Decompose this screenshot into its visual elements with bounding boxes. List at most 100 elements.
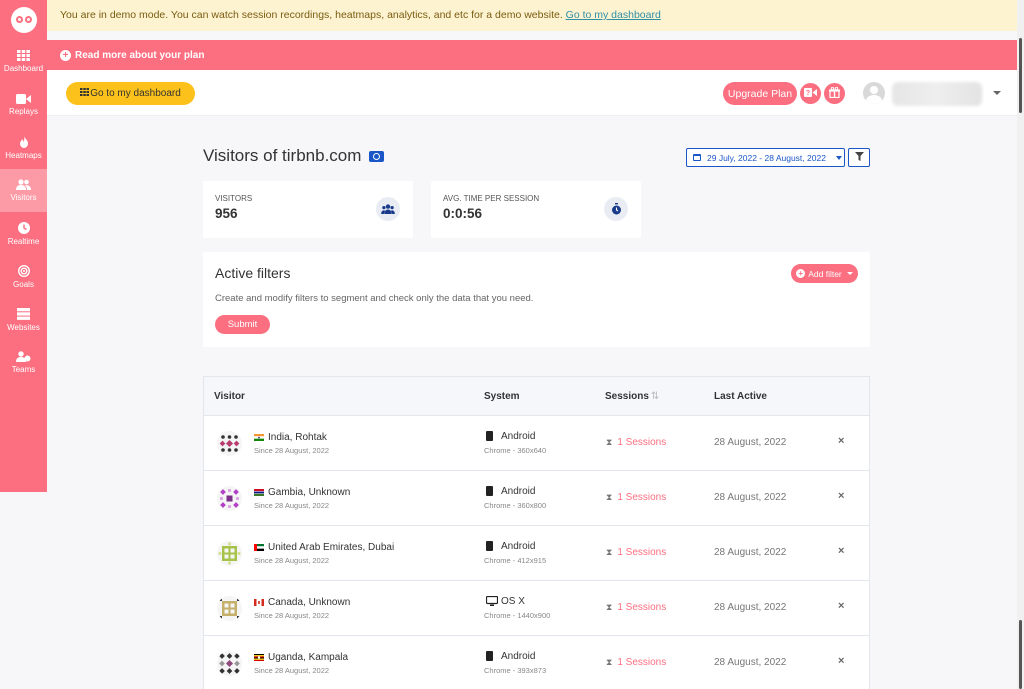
table-row[interactable]: Canada, Unknown Since 28 August, 2022 OS… xyxy=(204,581,869,636)
sidebar-item-label: Teams xyxy=(11,365,36,374)
sessions-link[interactable]: ⧗ 1 Sessions xyxy=(606,547,666,558)
sessions-link[interactable]: ⧗ 1 Sessions xyxy=(606,437,666,448)
add-filter-button[interactable]: + Add filter xyxy=(791,264,858,283)
visitor-location[interactable]: India, Rohtak xyxy=(268,432,327,443)
plus-icon: + xyxy=(60,49,71,61)
column-header-sessions[interactable]: Sessions ⇅ xyxy=(605,391,659,402)
system-os: Android xyxy=(501,486,536,497)
visitor-since: Since 28 August, 2022 xyxy=(254,556,330,565)
avg-time-stat-card: AVG. TIME PER SESSION 0:0:56 xyxy=(431,181,641,238)
team-icon xyxy=(16,351,31,362)
sidebar-item-label: Visitors xyxy=(10,193,37,202)
visitors-stat-card: VISITORS 956 xyxy=(203,181,413,238)
sidebar-item-label: Realtime xyxy=(7,236,40,246)
sidebar-item-heatmaps[interactable]: Heatmaps xyxy=(0,126,47,169)
demo-dashboard-link[interactable]: Go to my dashboard xyxy=(566,9,661,21)
visitor-location[interactable]: United Arab Emirates, Dubai xyxy=(268,542,394,553)
chevron-down-icon[interactable] xyxy=(993,91,1001,95)
sidebar-item-websites[interactable]: Websites xyxy=(0,298,47,341)
sidebar-item-realtime[interactable]: Realtime xyxy=(0,212,47,255)
sort-icon[interactable]: ⇅ xyxy=(651,391,659,402)
submit-button[interactable]: Submit xyxy=(215,315,270,334)
sidebar-item-replays[interactable]: Replays xyxy=(0,83,47,126)
plan-banner[interactable]: + Read more about your plan xyxy=(47,40,1017,70)
date-range-text: 29 July, 2022 - 28 August, 2022 xyxy=(707,152,826,163)
visitor-location[interactable]: Uganda, Kampala xyxy=(268,652,348,663)
sidebar-item-visitors[interactable]: Visitors xyxy=(0,169,47,212)
users-icon xyxy=(16,179,31,190)
sidebar: Dashboard Replays Heatmaps Visitors Real… xyxy=(0,0,47,492)
top-bar: Go to my dashboard Upgrade Plan ? xyxy=(47,70,1017,116)
visitor-since: Since 28 August, 2022 xyxy=(254,666,330,675)
caret-down-icon xyxy=(835,155,842,160)
delete-visitor-button[interactable]: × xyxy=(838,545,844,557)
clock-icon xyxy=(17,221,30,234)
visitor-avatar xyxy=(217,651,242,676)
video-icon xyxy=(16,93,31,104)
mobile-icon xyxy=(486,541,493,551)
sessions-link[interactable]: ⧗ 1 Sessions xyxy=(606,657,666,668)
sessions-link[interactable]: ⧗ 1 Sessions xyxy=(606,492,666,503)
go-to-dashboard-button[interactable]: Go to my dashboard xyxy=(66,82,195,105)
gift-button[interactable] xyxy=(824,83,845,104)
visitors-stat-label: VISITORS xyxy=(215,194,253,203)
sidebar-item-teams[interactable]: Teams xyxy=(0,341,47,384)
sidebar-item-goals[interactable]: Goals xyxy=(0,255,47,298)
visitor-avatar xyxy=(217,431,242,456)
gift-icon xyxy=(829,86,840,101)
scrollbar-thumb[interactable] xyxy=(1019,38,1022,113)
demo-mode-banner: You are in demo mode. You can watch sess… xyxy=(47,0,1017,31)
table-row[interactable]: United Arab Emirates, Dubai Since 28 Aug… xyxy=(204,526,869,581)
user-avatar[interactable] xyxy=(863,82,885,104)
sidebar-item-label: Goals xyxy=(13,279,34,289)
delete-visitor-button[interactable]: × xyxy=(838,600,844,612)
system-browser: Chrome - 360x800 xyxy=(484,501,547,510)
system-browser: Chrome - 393x873 xyxy=(484,666,547,675)
table-row[interactable]: Uganda, Kampala Since 28 August, 2022 An… xyxy=(204,636,869,689)
flag-gambia-icon xyxy=(254,489,264,496)
last-active: 28 August, 2022 xyxy=(714,492,787,503)
delete-visitor-button[interactable]: × xyxy=(838,655,844,667)
page-scrollbar[interactable] xyxy=(1017,0,1024,689)
sessions-link[interactable]: ⧗ 1 Sessions xyxy=(606,602,666,613)
page-title: Visitors of tirbnb.com xyxy=(203,146,385,166)
sessions-count: 1 Sessions xyxy=(617,547,667,558)
app-logo[interactable] xyxy=(0,0,47,40)
delete-visitor-button[interactable]: × xyxy=(838,435,844,447)
mobile-icon xyxy=(486,486,493,496)
search-icon[interactable] xyxy=(369,150,385,162)
column-header-sessions-label: Sessions xyxy=(605,391,649,402)
filters-title: Active filters xyxy=(215,265,291,281)
upgrade-plan-button[interactable]: Upgrade Plan xyxy=(723,82,797,105)
filter-button[interactable] xyxy=(848,148,870,167)
visitor-location[interactable]: Canada, Unknown xyxy=(268,597,350,608)
visitor-location[interactable]: Gambia, Unknown xyxy=(268,487,350,498)
last-active: 28 August, 2022 xyxy=(714,602,787,613)
user-name-blurred[interactable] xyxy=(892,82,982,106)
flag-uae-icon xyxy=(254,544,264,551)
scrollbar-thumb-lower[interactable] xyxy=(1019,620,1022,689)
stopwatch-icon xyxy=(604,197,628,221)
sidebar-item-label: Heatmaps xyxy=(5,150,42,160)
last-active: 28 August, 2022 xyxy=(714,437,787,448)
grid-icon xyxy=(80,88,90,99)
grid-icon xyxy=(17,50,30,61)
avg-time-stat-value: 0:0:56 xyxy=(443,206,483,221)
sidebar-item-label: Replays xyxy=(9,106,38,116)
add-filter-label: Add filter xyxy=(808,268,842,279)
table-row[interactable]: Gambia, Unknown Since 28 August, 2022 An… xyxy=(204,471,869,526)
date-range-picker[interactable]: 29 July, 2022 - 28 August, 2022 xyxy=(686,148,845,167)
video-help-button[interactable]: ? xyxy=(800,83,821,104)
visitor-avatar xyxy=(217,596,242,621)
system-os: Android xyxy=(501,431,536,442)
hourglass-icon: ⧗ xyxy=(606,492,613,502)
delete-visitor-button[interactable]: × xyxy=(838,490,844,502)
system-browser: Chrome - 360x640 xyxy=(484,446,547,455)
flag-canada-icon xyxy=(254,599,264,606)
visitors-table: Visitor System Sessions ⇅ Last Active Ind… xyxy=(203,376,870,689)
sidebar-item-dashboard[interactable]: Dashboard xyxy=(0,40,47,83)
flame-icon xyxy=(19,135,29,148)
table-row[interactable]: India, Rohtak Since 28 August, 2022 Andr… xyxy=(204,416,869,471)
column-header-last-active: Last Active xyxy=(714,391,767,402)
active-filters-card: Active filters + Add filter Create and m… xyxy=(203,252,870,347)
